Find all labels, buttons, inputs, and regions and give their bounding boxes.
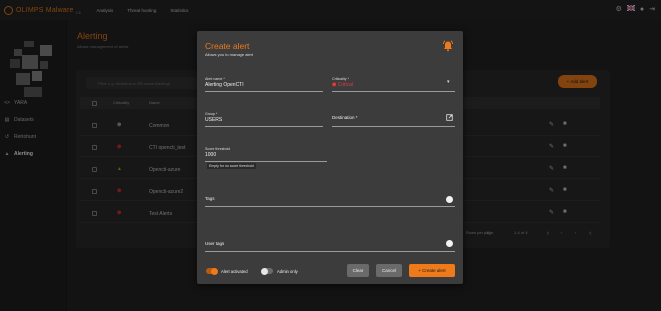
criticality-underline: [332, 91, 455, 92]
alert-activated-label: Alert activated: [221, 269, 248, 274]
group-input[interactable]: USERS: [205, 117, 222, 123]
criticality-value: ⬢ Critical: [332, 82, 353, 88]
user-tags-underline: [205, 251, 455, 252]
group-label: Group *: [205, 112, 218, 116]
score-threshold-input[interactable]: 1000: [205, 152, 230, 158]
alert-activated-switch[interactable]: [206, 267, 218, 275]
clear-button[interactable]: Clear: [347, 264, 369, 277]
dialog-subtitle: Allows you to manage alert: [205, 52, 254, 57]
criticality-label: Criticality *: [332, 77, 349, 81]
cancel-button[interactable]: Cancel: [376, 264, 402, 277]
score-threshold-underline: [205, 161, 327, 162]
destination-label: Destination *: [332, 115, 358, 120]
tags-label: Tags: [205, 196, 215, 201]
open-external-icon[interactable]: [446, 114, 453, 121]
bell-icon: [443, 40, 453, 52]
tags-toggle[interactable]: [446, 196, 453, 203]
destination-field[interactable]: Destination *: [332, 114, 358, 120]
chevron-down-icon[interactable]: ▾: [447, 79, 450, 85]
dialog-title: Create alert: [205, 41, 250, 51]
app: OLIMPS Malware 2.8 Analysis Threat hunti…: [0, 0, 661, 311]
group-field[interactable]: Group * USERS: [205, 112, 222, 123]
alert-name-input[interactable]: Alerting OpenCTI: [205, 82, 244, 88]
create-alert-dialog: Create alert Allows you to manage alert …: [197, 31, 463, 284]
create-alert-button[interactable]: + Create alert: [409, 264, 455, 277]
user-tags-toggle[interactable]: [446, 240, 453, 247]
user-tags-label: User tags: [205, 241, 225, 246]
destination-underline: [332, 126, 455, 127]
alert-name-field[interactable]: Alert name * Alerting OpenCTI: [205, 77, 244, 88]
tags-underline: [205, 206, 455, 207]
criticality-text: Critical: [337, 82, 354, 88]
alert-name-label: Alert name *: [205, 77, 225, 81]
alert-name-underline: [205, 91, 323, 92]
score-threshold-label: Score threshold: [205, 147, 231, 151]
score-threshold-field[interactable]: Score threshold 1000: [205, 147, 230, 158]
score-threshold-helper: Empty for no score threshold: [207, 163, 256, 169]
criticality-select[interactable]: Criticality * ⬢ Critical: [332, 77, 353, 88]
admin-only-switch[interactable]: [261, 267, 273, 275]
admin-only-label: Admin only: [277, 269, 298, 274]
switch-knob: [211, 267, 218, 275]
group-underline: [205, 126, 323, 127]
switch-knob: [261, 267, 268, 275]
